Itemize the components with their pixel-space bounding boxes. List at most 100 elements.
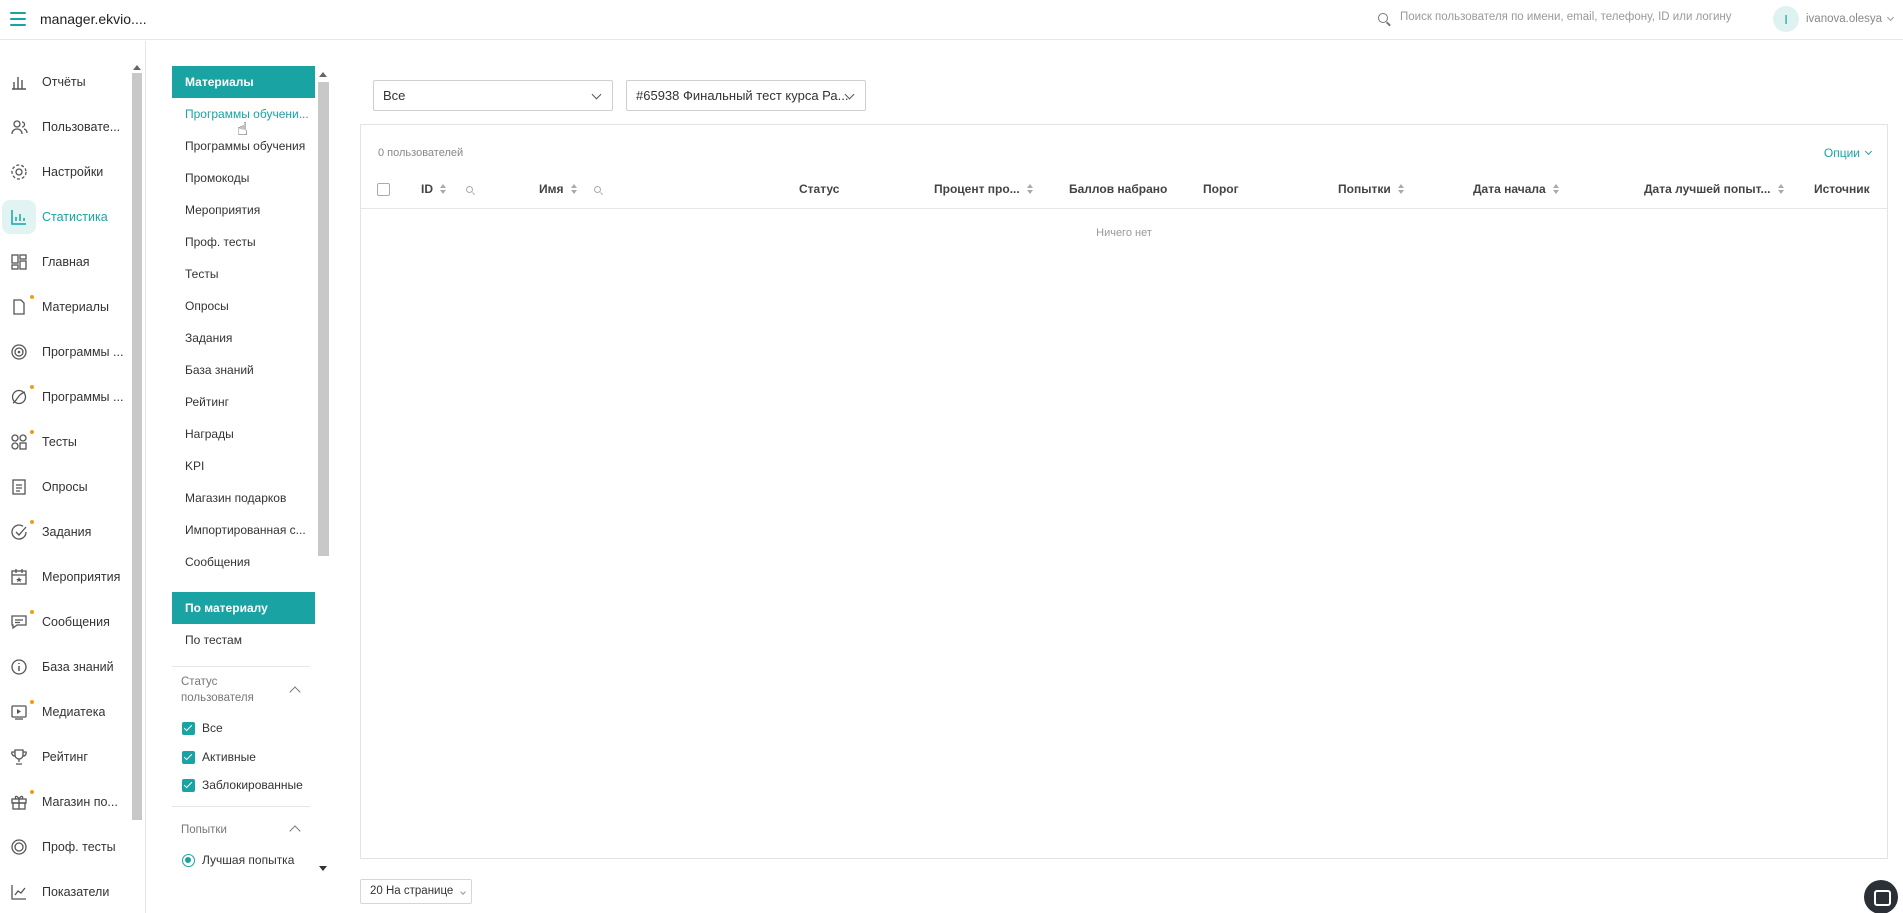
message-icon (8, 611, 30, 633)
nav-label: Опросы (42, 480, 88, 494)
user-name: ivanova.olesya (1806, 13, 1883, 25)
column-label: Источник (1814, 182, 1870, 196)
submenu-item[interactable]: Мероприятия (185, 203, 260, 217)
checkbox-checked[interactable] (182, 778, 195, 792)
nav-item-reports[interactable]: Отчёты (0, 62, 132, 102)
submenu-item[interactable]: Сообщения (185, 555, 250, 569)
chevron-down-icon (459, 889, 466, 895)
column-id[interactable]: ID (421, 182, 446, 196)
search-icon (1378, 13, 1388, 23)
nav-item-media[interactable]: Медиатека (0, 692, 132, 732)
nav-item-gift-shop[interactable]: Магазин по... (0, 782, 132, 822)
empty-state: Ничего нет (1096, 227, 1152, 239)
checkbox-checked[interactable] (182, 750, 195, 764)
scope-select-value: Все (383, 88, 406, 103)
nav-item-settings[interactable]: Настройки (0, 152, 132, 192)
submenu-item[interactable]: Магазин подарков (185, 491, 286, 505)
checkbox-label: Все (202, 721, 223, 735)
column-attempts[interactable]: Попытки (1338, 182, 1404, 196)
status-checkbox-all[interactable]: Все (182, 721, 223, 735)
chat-icon[interactable] (1864, 880, 1898, 913)
notification-dot (30, 610, 34, 614)
submenu-item[interactable]: Импортированная с... (185, 523, 306, 537)
submenu-item[interactable]: Опросы (185, 299, 229, 313)
nav-item-events[interactable]: Мероприятия (0, 557, 132, 597)
scroll-up-arrow[interactable] (319, 72, 327, 77)
submenu-item[interactable]: Тесты (185, 267, 218, 281)
nav-item-statistics[interactable]: Статистика (0, 197, 132, 237)
column-source[interactable]: Источник (1814, 182, 1870, 196)
select-all-checkbox[interactable] (377, 183, 390, 196)
nav-item-prof-tests[interactable]: Проф. тесты (0, 827, 132, 867)
options-label: Опции (1823, 146, 1860, 160)
nav-scrollbar[interactable] (132, 73, 142, 820)
sort-icon[interactable] (1777, 184, 1784, 194)
per-page-select[interactable]: 20 На странице (360, 879, 472, 904)
column-score[interactable]: Баллов набрано (1069, 182, 1167, 196)
submenu-item[interactable]: KPI (185, 459, 204, 473)
nav-item-indicators[interactable]: Показатели (0, 872, 132, 912)
sort-icon[interactable] (1397, 184, 1404, 194)
nav-item-knowledge-base[interactable]: База знаний (0, 647, 132, 687)
nav-item-trajectories[interactable]: Программы ... (0, 377, 132, 417)
nav-item-users[interactable]: Пользовате... (0, 107, 132, 147)
submenu-item[interactable]: Промокоды (185, 171, 249, 185)
column-start-date[interactable]: Дата начала (1473, 182, 1559, 196)
sort-icon[interactable] (570, 184, 577, 194)
attempts-radio-best[interactable]: Лучшая попытка (182, 853, 294, 867)
search-icon[interactable] (466, 186, 473, 193)
nav-item-messages[interactable]: Сообщения (0, 602, 132, 642)
test-select[interactable]: #65938 Финальный тест курса Ра... (626, 80, 866, 111)
statistics-icon (2, 200, 36, 234)
user-search-input[interactable] (1400, 11, 1760, 23)
status-checkbox-blocked[interactable]: Заблокированные (182, 778, 303, 792)
submenu-item[interactable]: Задания (185, 331, 232, 345)
radio-selected[interactable] (182, 853, 195, 867)
nav-item-programs[interactable]: Программы ... (0, 332, 132, 372)
scroll-down-arrow[interactable] (319, 866, 327, 871)
chevron-down-icon (1864, 147, 1873, 156)
notification-dot (30, 520, 34, 524)
nav-item-rating[interactable]: Рейтинг (0, 737, 132, 777)
submenu-scrollbar[interactable] (318, 82, 329, 556)
checkbox-checked[interactable] (182, 721, 195, 735)
column-threshold[interactable]: Порог (1203, 182, 1239, 196)
nav-label: Отчёты (42, 75, 86, 89)
notification-dot (30, 385, 34, 389)
submenu-item[interactable]: База знаний (185, 363, 254, 377)
column-best-attempt-date[interactable]: Дата лучшей попыт... (1644, 182, 1784, 196)
submenu-item-by-tests[interactable]: По тестам (185, 633, 242, 647)
collapse-attempts-icon[interactable] (289, 825, 301, 837)
sort-icon[interactable] (440, 184, 446, 194)
notification-dot (30, 295, 34, 299)
scope-select[interactable]: Все (373, 80, 613, 111)
status-checkbox-active[interactable]: Активные (182, 750, 256, 764)
submenu-item[interactable]: Награды (185, 427, 234, 441)
submenu-item[interactable]: Проф. тесты (185, 235, 256, 249)
sort-icon[interactable] (1552, 184, 1559, 194)
nav-item-tasks[interactable]: Задания (0, 512, 132, 552)
chevron-down-icon (1887, 13, 1895, 22)
app-title[interactable]: manager.ekvio.... (40, 11, 147, 27)
collapse-status-icon[interactable] (289, 686, 301, 698)
submenu-header-by-material[interactable]: По материалу (172, 592, 315, 624)
column-status[interactable]: Статус (799, 182, 839, 196)
user-menu[interactable]: I ivanova.olesya (1773, 6, 1895, 32)
nav-item-tests[interactable]: Тесты (0, 422, 132, 462)
submenu-item[interactable]: Программы обучения (185, 139, 305, 153)
menu-icon[interactable] (10, 12, 26, 26)
submenu-header-materials[interactable]: Материалы (172, 66, 315, 98)
scroll-up-arrow[interactable] (133, 65, 141, 70)
sort-icon[interactable] (1026, 184, 1033, 194)
column-name[interactable]: Имя (539, 182, 577, 196)
programs-icon (8, 341, 30, 363)
column-percent[interactable]: Процент про... (934, 182, 1033, 196)
search-icon[interactable] (594, 186, 601, 193)
options-button[interactable]: Опции (1823, 146, 1873, 160)
users-icon (8, 116, 30, 138)
column-label: Порог (1203, 182, 1239, 196)
nav-item-materials[interactable]: Материалы (0, 287, 132, 327)
submenu-item[interactable]: Рейтинг (185, 395, 229, 409)
nav-item-surveys[interactable]: Опросы (0, 467, 132, 507)
nav-item-home[interactable]: Главная (0, 242, 132, 282)
